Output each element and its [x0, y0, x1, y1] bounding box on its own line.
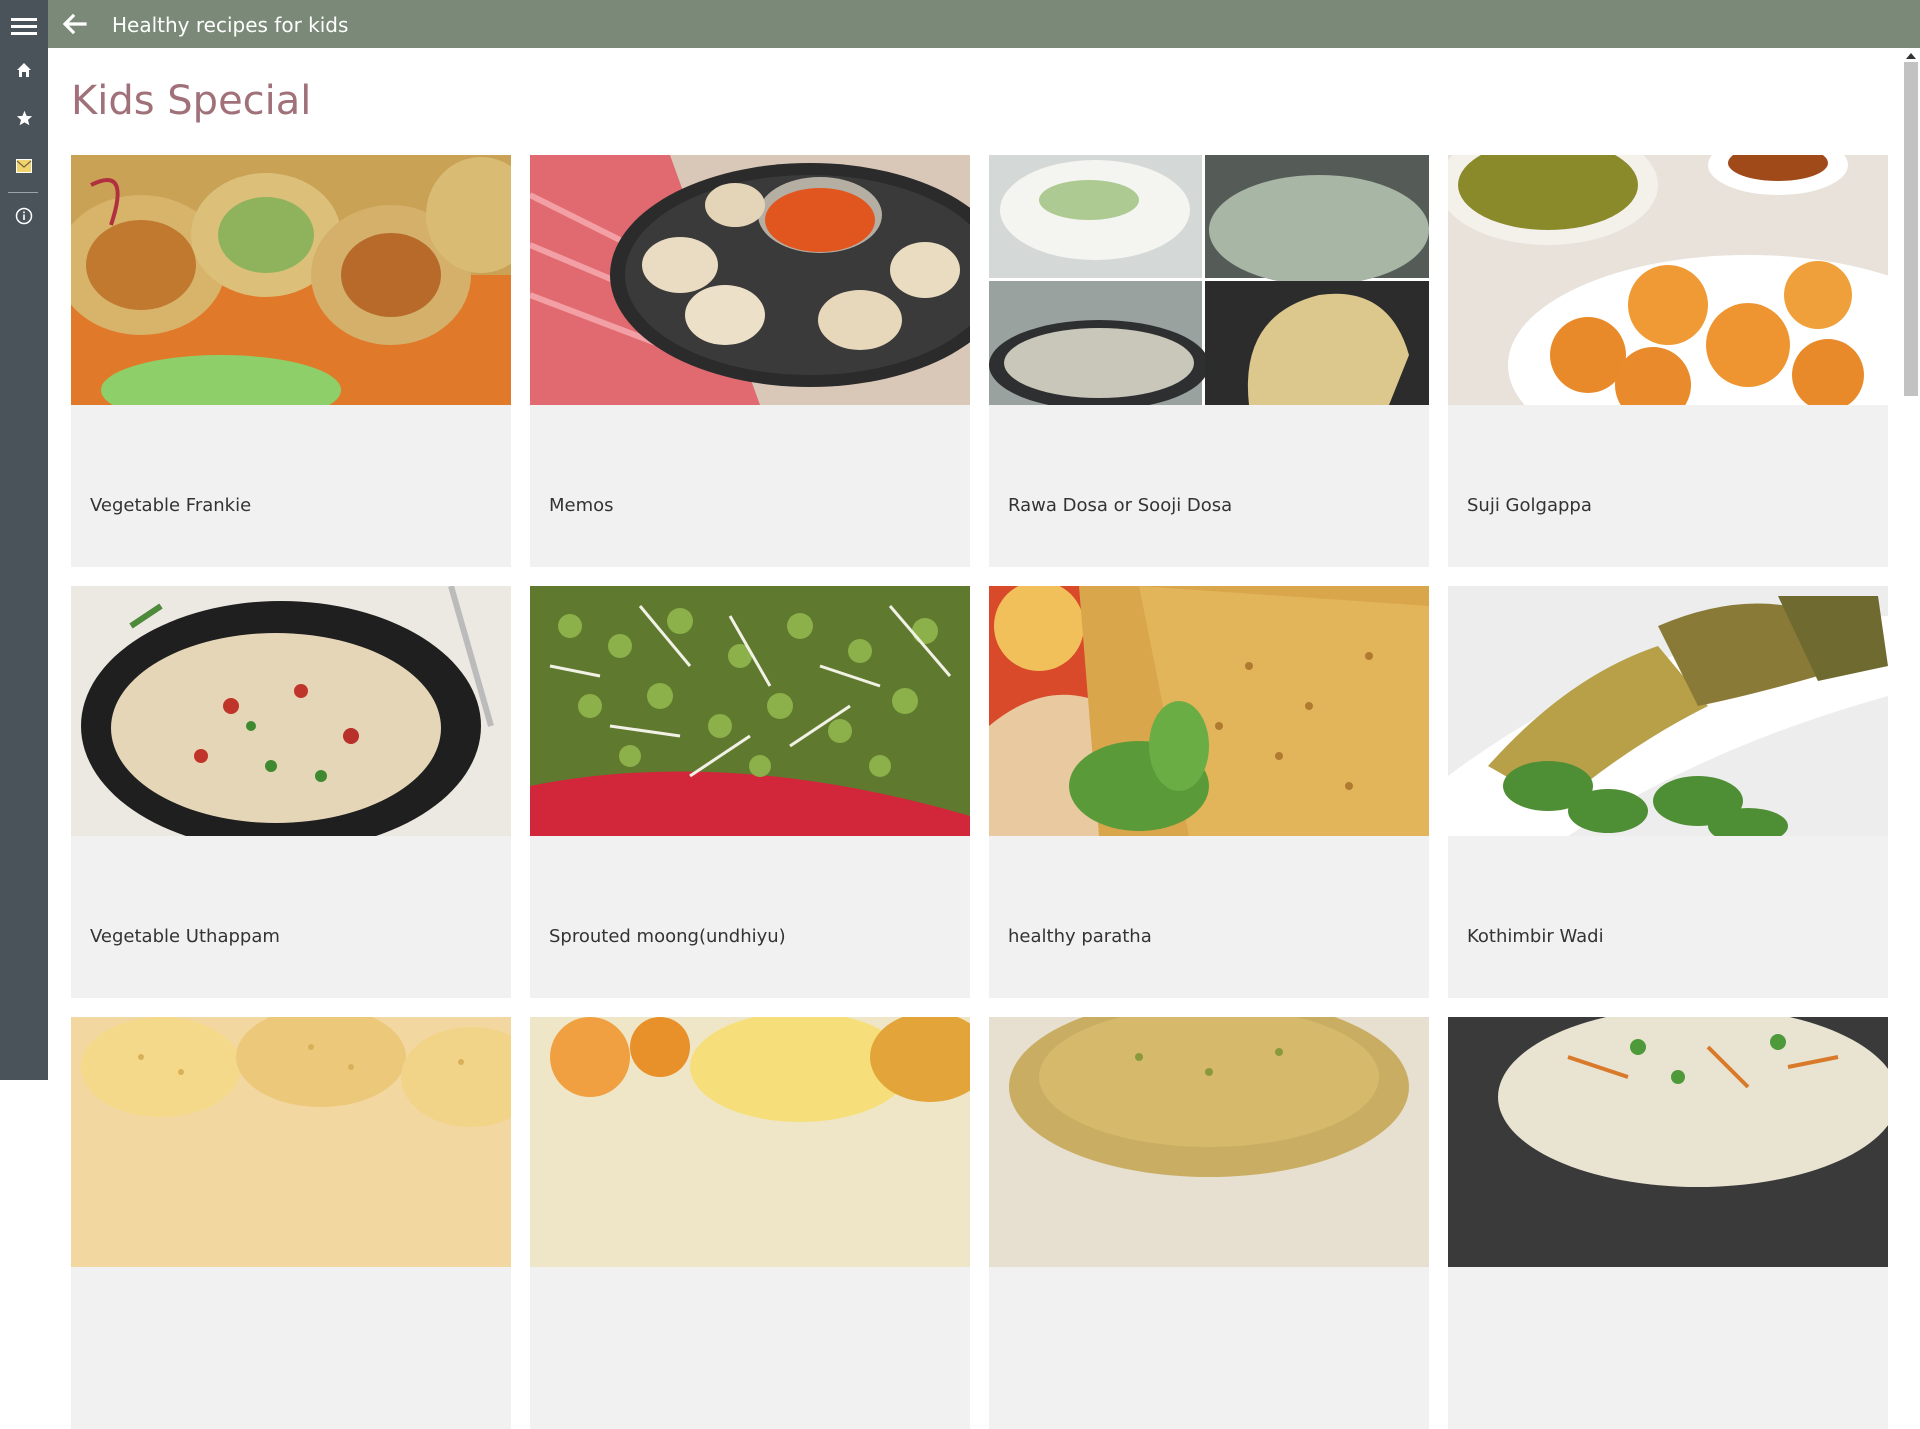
recipe-image: [989, 586, 1429, 836]
nav-divider: [8, 192, 38, 193]
nav-feedback[interactable]: [0, 146, 48, 186]
recipe-tile-vegetable-frankie[interactable]: Vegetable Frankie: [71, 155, 511, 567]
nav-sidebar: [0, 0, 48, 1080]
scrollbar-thumb[interactable]: [1904, 62, 1918, 396]
recipe-tile-suji-golgappa[interactable]: Suji Golgappa: [1448, 155, 1888, 567]
recipe-image: [1448, 1017, 1888, 1267]
scroll-up-button[interactable]: [1902, 48, 1920, 62]
recipe-image: [530, 1017, 970, 1267]
recipe-name: Memos: [549, 495, 614, 516]
recipe-name: healthy paratha: [1008, 926, 1152, 947]
back-button[interactable]: [56, 6, 92, 42]
menu-icon: [11, 18, 37, 35]
scroll-up-arrow-icon: [1906, 52, 1916, 59]
recipe-image: [71, 1017, 511, 1267]
recipe-tile-sprouted-moong[interactable]: Sprouted moong(undhiyu): [530, 586, 970, 998]
menu-button[interactable]: [0, 6, 48, 46]
home-icon: [17, 63, 31, 77]
recipe-image: [71, 586, 511, 836]
recipe-image: [530, 586, 970, 836]
page-title: Kids Special: [71, 78, 312, 124]
recipe-tile-vegetable-uthappam[interactable]: Vegetable Uthappam: [71, 586, 511, 998]
recipe-tile[interactable]: [989, 1017, 1429, 1429]
recipe-name: Vegetable Frankie: [90, 495, 252, 516]
recipe-tile[interactable]: [530, 1017, 970, 1429]
nav-favorites[interactable]: [0, 98, 48, 138]
star-icon: [16, 110, 32, 126]
recipe-image: [989, 155, 1429, 405]
recipe-name: Sprouted moong(undhiyu): [549, 926, 786, 947]
app-title: Healthy recipes for kids: [112, 13, 349, 37]
back-arrow-icon: [62, 13, 87, 35]
recipe-name: Rawa Dosa or Sooji Dosa: [1008, 495, 1233, 516]
recipe-image: [1448, 155, 1888, 405]
recipe-tile-kothimbir-wadi[interactable]: Kothimbir Wadi: [1448, 586, 1888, 998]
recipe-name: Vegetable Uthappam: [90, 926, 280, 947]
mail-icon: [16, 159, 32, 173]
nav-about[interactable]: [0, 196, 48, 236]
recipe-tile-rawa-dosa[interactable]: Rawa Dosa or Sooji Dosa: [989, 155, 1429, 567]
recipe-tile-healthy-paratha[interactable]: healthy paratha: [989, 586, 1429, 998]
nav-home[interactable]: [0, 50, 48, 90]
recipe-tile-memos[interactable]: Memos: [530, 155, 970, 567]
recipe-image: [1448, 586, 1888, 836]
recipe-tile[interactable]: [1448, 1017, 1888, 1429]
recipe-name: Suji Golgappa: [1467, 495, 1592, 516]
recipe-tile[interactable]: [71, 1017, 511, 1429]
recipe-image: [71, 155, 511, 405]
recipe-image: [530, 155, 970, 405]
recipe-image: [989, 1017, 1429, 1267]
recipe-name: Kothimbir Wadi: [1467, 926, 1604, 947]
info-icon: [15, 207, 33, 225]
